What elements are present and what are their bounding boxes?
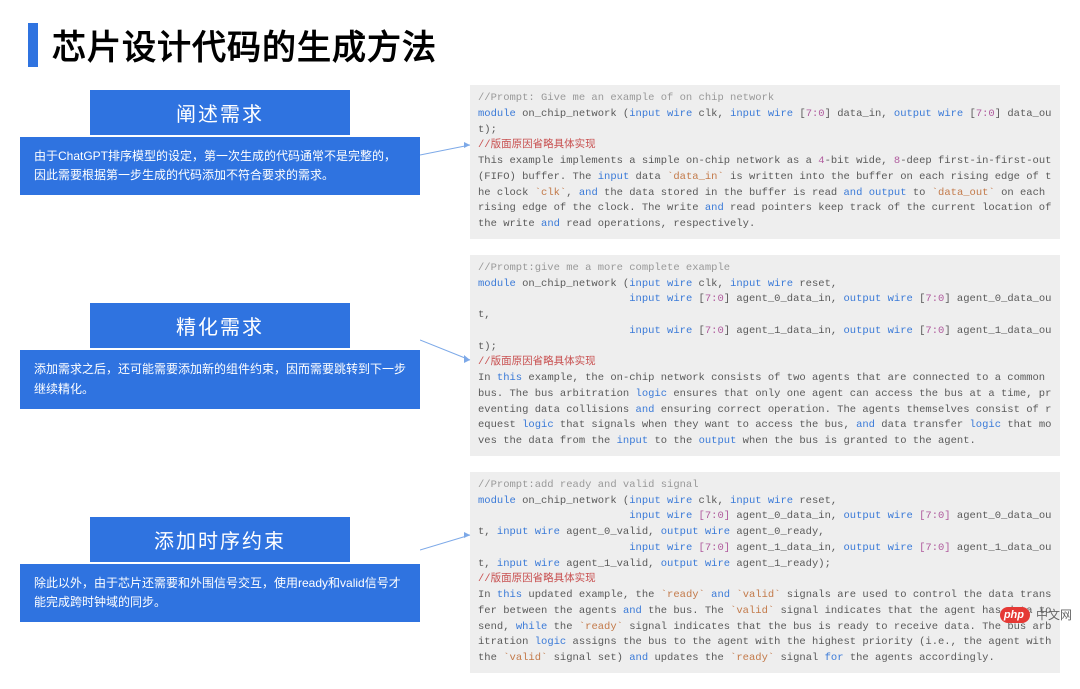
watermark-badge: php [1000,607,1030,623]
omit-note: //版面原因省略具体实现 [478,139,596,151]
watermark: php 中文网 [1000,606,1072,623]
page-title: 芯片设计代码的生成方法 [52,20,437,69]
prompt-comment: //Prompt:add ready and valid signal [478,479,699,491]
step-2: 精化需求 添加需求之后，还可能需要添加新的组件约束，因而需要跳转到下一步继续精化… [20,303,420,408]
omit-note: //版面原因省略具体实现 [478,356,596,368]
step-2-body: 添加需求之后，还可能需要添加新的组件约束，因而需要跳转到下一步继续精化。 [20,350,420,408]
code-column: //Prompt: Give me an example of on chip … [470,85,1060,689]
page-title-bar: 芯片设计代码的生成方法 [28,20,437,69]
code-block-2: //Prompt:give me a more complete example… [470,255,1060,456]
prompt-comment: //Prompt:give me a more complete example [478,262,730,274]
watermark-text: 中文网 [1036,606,1072,623]
step-1: 阐述需求 由于ChatGPT排序模型的设定，第一次生成的代码通常不是完整的，因此… [20,90,420,195]
code-block-1: //Prompt: Give me an example of on chip … [470,85,1060,239]
step-3: 添加时序约束 除此以外，由于芯片还需要和外围信号交互，使用ready和valid… [20,517,420,622]
step-1-body: 由于ChatGPT排序模型的设定，第一次生成的代码通常不是完整的，因此需要根据第… [20,137,420,195]
step-1-header: 阐述需求 [90,90,350,135]
step-3-body: 除此以外，由于芯片还需要和外围信号交互，使用ready和valid信号才能完成跨… [20,564,420,622]
omit-note: //版面原因省略具体实现 [478,573,596,585]
title-accent-bar [28,23,38,67]
code-block-3: //Prompt:add ready and valid signal modu… [470,472,1060,673]
prompt-comment: //Prompt: Give me an example of on chip … [478,92,774,104]
step-3-header: 添加时序约束 [90,517,350,562]
steps-column: 阐述需求 由于ChatGPT排序模型的设定，第一次生成的代码通常不是完整的，因此… [20,90,420,640]
step-2-header: 精化需求 [90,303,350,348]
